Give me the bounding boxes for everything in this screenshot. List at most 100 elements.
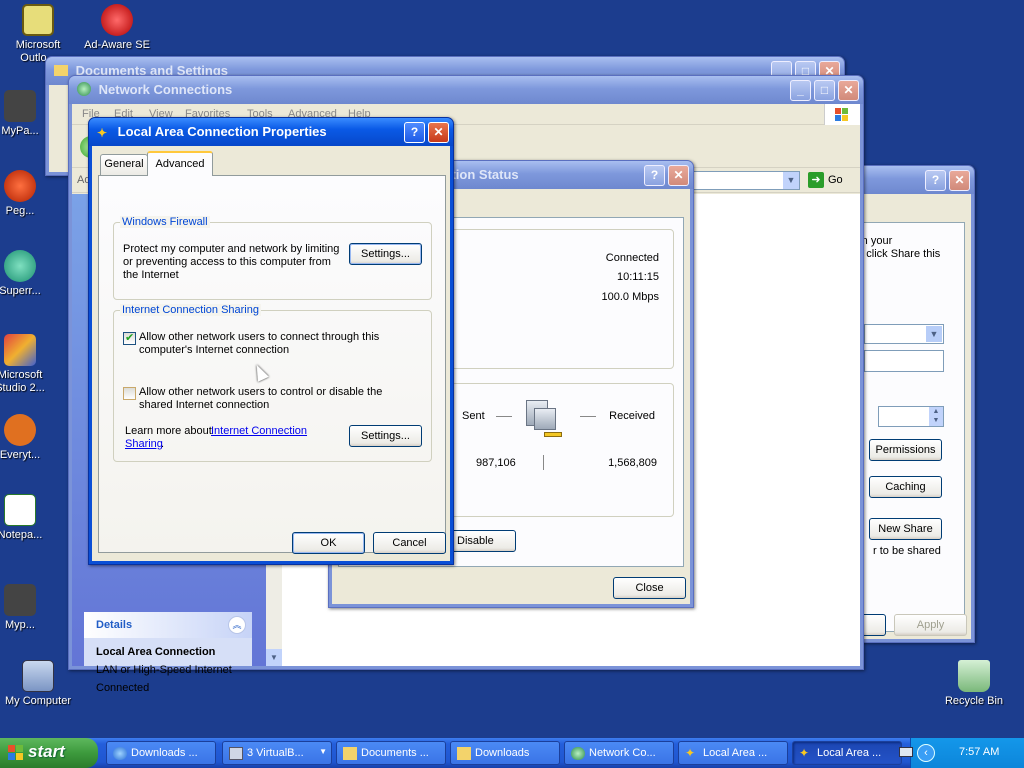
maximize-button[interactable]: □ — [814, 80, 835, 101]
group-arrow-icon: ▼ — [319, 747, 327, 756]
tab-advanced[interactable]: Advanced — [147, 151, 213, 176]
task-label: Downloads — [475, 747, 530, 759]
task-label: Network Co... — [589, 747, 656, 759]
received-value: 1,568,809 — [608, 457, 657, 469]
ics-help-link-line[interactable]: Sharing — [125, 438, 163, 450]
go-button[interactable]: ➜ Go — [806, 171, 852, 190]
tray-expand-icon[interactable]: ‹ — [917, 744, 935, 762]
start-label: start — [28, 742, 65, 761]
details-type: LAN or High-Speed Internet — [96, 664, 232, 676]
status-value: Connected — [605, 252, 659, 264]
keyboard-icon[interactable] — [899, 747, 913, 757]
desktop-icon-myp[interactable]: Myp... — [0, 584, 50, 632]
taskbar-item-documents[interactable]: Documents ... — [336, 741, 446, 765]
help-button[interactable]: ? — [644, 165, 665, 186]
network-activity-icon — [522, 396, 570, 444]
scroll-down-icon[interactable]: ▼ — [266, 649, 282, 666]
desktop-icon-adaware[interactable]: Ad-Aware SE — [79, 4, 155, 52]
clock[interactable]: 7:57 AM — [959, 746, 999, 758]
app-icon — [4, 414, 36, 446]
network-connections-icon — [77, 82, 91, 96]
taskbar-item-network-connections[interactable]: Network Co... — [564, 741, 674, 765]
virtualbox-icon — [229, 747, 243, 760]
dialog-local-area-connection-properties: ✦ Local Area Connection Properties ? ✕ G… — [88, 117, 454, 565]
ics-help-link-line[interactable]: Internet Connection — [211, 425, 307, 437]
allow-connect-label-line[interactable]: Allow other network users to connect thr… — [139, 331, 379, 343]
allow-control-checkbox[interactable] — [123, 387, 136, 400]
desktop-icon-super[interactable]: Superr... — [0, 250, 50, 298]
cancel-button[interactable]: Cancel — [373, 532, 446, 554]
taskbar-item-downloads[interactable]: Downloads — [450, 741, 560, 765]
desktop-icon-label: Peg... — [5, 205, 35, 217]
details-panel: Details ︽ Local Area Connection LAN or H… — [84, 612, 252, 694]
desktop-icon-peg[interactable]: Peg... — [0, 170, 50, 218]
help-button[interactable]: ? — [925, 170, 946, 191]
desktop-icon-label: Microsoft Studio 2... — [0, 369, 45, 394]
desktop-icon-notepad[interactable]: Notepa... — [0, 494, 50, 542]
system-tray: ‹ 7:57 AM — [899, 738, 1024, 768]
computer-icon — [22, 660, 54, 692]
ics-group-title: Internet Connection Sharing — [120, 304, 261, 316]
comment-field[interactable] — [864, 350, 944, 372]
divider — [543, 455, 544, 470]
help-button[interactable]: ? — [404, 122, 425, 143]
tab-general[interactable]: General — [100, 154, 148, 175]
firewall-group: Windows Firewall Protect my computer and… — [113, 216, 432, 300]
taskbar-item-downloads-ie[interactable]: Downloads ... — [106, 741, 216, 765]
folder-icon — [54, 65, 68, 76]
desktop-icon-recycle-bin[interactable]: Recycle Bin — [936, 660, 1012, 708]
task-label: 3 VirtualB... — [247, 747, 304, 759]
new-share-button[interactable]: New Share — [869, 518, 942, 540]
firewall-settings-button[interactable]: Settings... — [349, 243, 422, 265]
close-button[interactable]: ✕ — [838, 80, 859, 101]
windows-logo-icon — [8, 745, 24, 761]
desktop-icon-mypal[interactable]: MyPa... — [0, 90, 50, 138]
collapse-icon[interactable]: ︽ — [228, 616, 246, 634]
close-button[interactable]: Close — [613, 577, 686, 599]
desktop-icon-everything[interactable]: Everyt... — [0, 414, 50, 462]
apply-button[interactable]: Apply — [894, 614, 967, 636]
desktop-icon-label: Notepa... — [0, 529, 43, 541]
desktop-icon-studio[interactable]: Microsoft Studio 2... — [0, 334, 50, 395]
duration-value: 10:11:15 — [616, 271, 659, 283]
outlook-icon — [22, 4, 54, 36]
details-header[interactable]: Details ︽ — [84, 612, 252, 638]
allow-control-label-line[interactable]: Allow other network users to control or … — [139, 386, 382, 398]
dash — [580, 416, 596, 417]
share-name-select[interactable]: ▼ — [864, 324, 944, 344]
close-button[interactable]: ✕ — [668, 165, 689, 186]
allow-connect-checkbox[interactable] — [123, 331, 136, 345]
taskbar-item-local-area-properties[interactable]: ✦ Local Area ... — [792, 741, 902, 765]
close-button[interactable]: ✕ — [949, 170, 970, 191]
firewall-description-line: Protect my computer and network by limit… — [123, 243, 340, 255]
user-limit-stepper[interactable]: ▲ ▼ — [878, 406, 944, 427]
ok-button[interactable]: OK — [292, 532, 365, 554]
chevron-down-icon[interactable]: ▼ — [783, 172, 799, 189]
ics-settings-button[interactable]: Settings... — [349, 425, 422, 447]
allow-connect-label-line[interactable]: computer's Internet connection — [139, 344, 289, 356]
taskbar-item-local-area-status[interactable]: ✦ Local Area ... — [678, 741, 788, 765]
windows-logo-icon — [824, 104, 860, 125]
close-button[interactable]: ✕ — [428, 122, 449, 143]
start-button[interactable]: start — [0, 738, 98, 768]
taskbar-item-virtualbox[interactable]: 3 VirtualB... ▼ — [222, 741, 332, 765]
adaware-icon — [101, 4, 133, 36]
caching-button[interactable]: Caching — [869, 476, 942, 498]
learn-more-suffix: . — [161, 438, 165, 450]
permissions-button[interactable]: Permissions — [869, 439, 942, 461]
network-card-icon: ✦ — [97, 126, 108, 140]
minimize-button[interactable]: _ — [790, 80, 811, 101]
chevron-down-icon: ▼ — [926, 326, 942, 342]
firewall-group-title: Windows Firewall — [120, 216, 210, 228]
app-icon — [4, 584, 36, 616]
desktop-icon-my-computer[interactable]: My Computer — [0, 660, 76, 708]
app-icon — [4, 170, 36, 202]
dialog-body: General Advanced Windows Firewall Protec… — [92, 146, 450, 561]
tab-label: Advanced — [155, 158, 205, 170]
allow-control-label-line[interactable]: shared Internet connection — [139, 399, 269, 411]
go-label: Go — [828, 174, 843, 186]
dialog-title: Local Area Connection Properties — [117, 124, 327, 139]
notepad-icon — [4, 494, 36, 526]
disable-button[interactable]: Disable — [446, 530, 516, 552]
network-card-icon: ✦ — [799, 746, 810, 760]
